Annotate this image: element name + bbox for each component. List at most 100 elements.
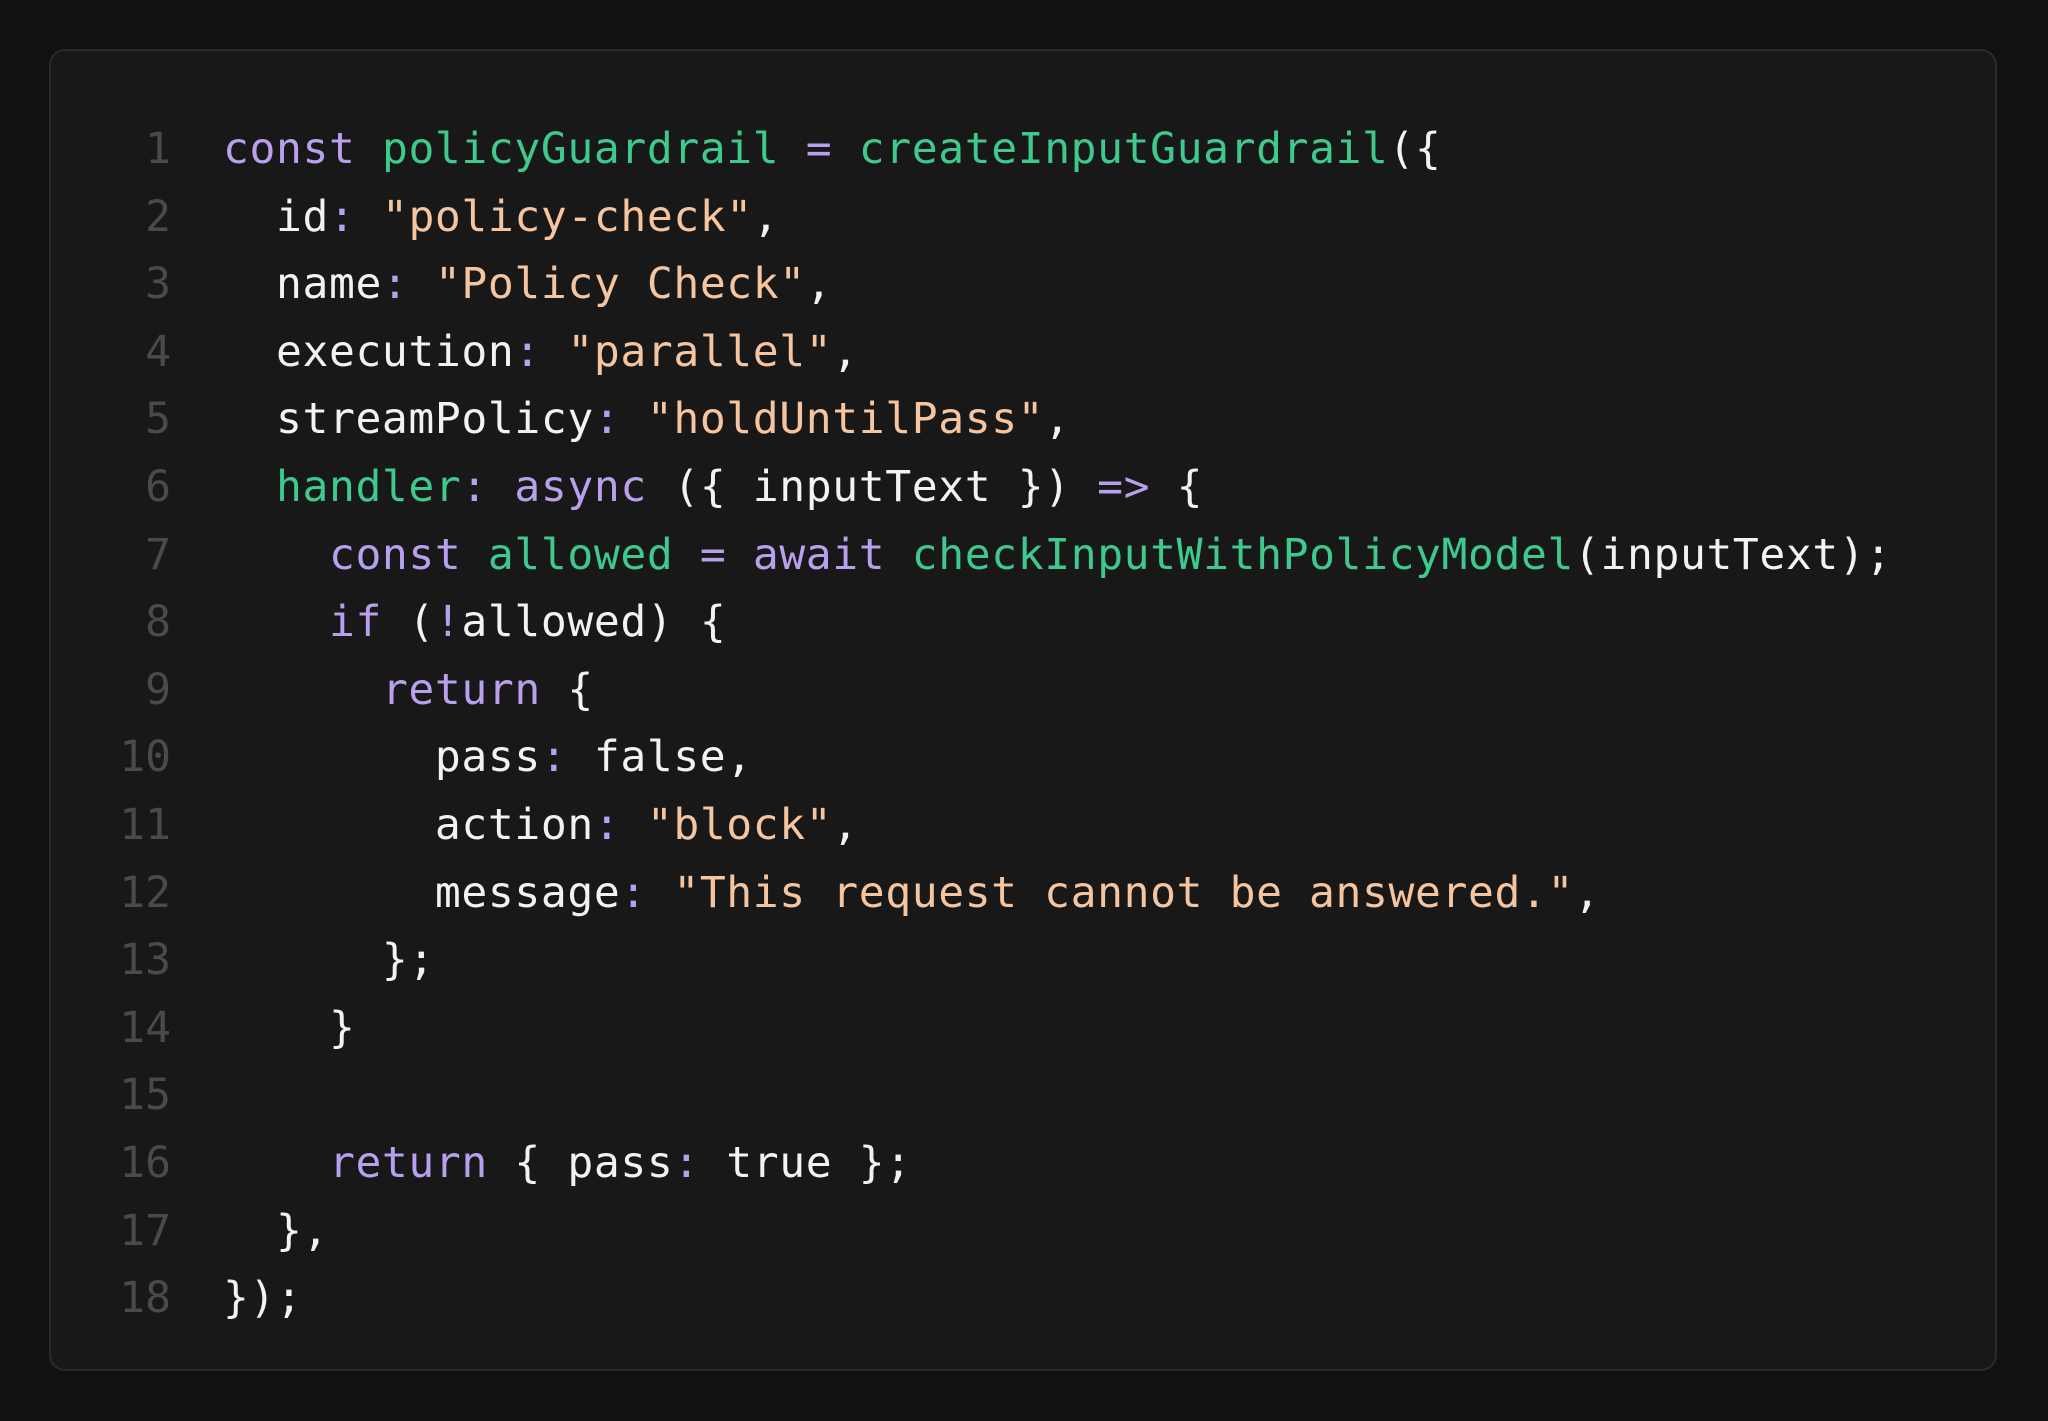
line-number: 12 <box>119 867 171 918</box>
code-line: 15 <box>51 1062 1995 1130</box>
code-token: "parallel" <box>567 326 833 377</box>
code-token: : <box>593 394 621 445</box>
line-number: 6 <box>145 461 171 512</box>
code-token: createInputGuardrail <box>858 124 1389 174</box>
code-line: 5 streamPolicy: "holdUntilPass", <box>51 386 1995 454</box>
code-token: }); <box>223 1273 303 1324</box>
code-token: => <box>1097 461 1151 512</box>
line-content: pass: false, <box>223 724 753 792</box>
code-token: , <box>832 326 859 377</box>
code-token: , <box>805 259 833 310</box>
code-token: action <box>223 799 594 850</box>
code-token: , <box>832 799 859 850</box>
code-token: streamPolicy <box>223 394 594 445</box>
line-content: return { pass: true }; <box>223 1130 912 1198</box>
code-token: pass <box>223 732 541 783</box>
code-token: ({ inputText }) <box>646 461 1098 512</box>
line-number: 4 <box>145 326 171 377</box>
code-token: : <box>540 732 568 783</box>
code-token: = <box>699 529 727 580</box>
code-line: 18}); <box>51 1265 1995 1333</box>
code-token: checkInputWithPolicyModel <box>911 529 1574 580</box>
code-token: : <box>673 1137 700 1188</box>
line-content: action: "block", <box>223 792 859 860</box>
line-content: const policyGuardrail = createInputGuard… <box>223 116 1442 184</box>
code-line: 16 return { pass: true }; <box>51 1130 1995 1198</box>
code-token: : <box>328 191 356 242</box>
code-line: 13 }; <box>51 927 1995 995</box>
code-token: , <box>752 191 780 242</box>
line-number: 18 <box>119 1273 171 1324</box>
line-number: 13 <box>119 935 171 986</box>
code-token: allowed) { <box>461 597 727 648</box>
code-token: , <box>1573 867 1601 918</box>
line-content: } <box>223 995 355 1063</box>
code-token: "Policy Check" <box>434 259 806 310</box>
code-token: await <box>752 529 886 580</box>
code-line: 7 const allowed = await checkInputWithPo… <box>51 522 1995 590</box>
line-content: streamPolicy: "holdUntilPass", <box>223 386 1071 454</box>
code-token: , <box>1044 394 1071 445</box>
code-line: 14 } <box>51 995 1995 1063</box>
line-content: handler: async ({ inputText }) => { <box>223 454 1203 522</box>
code-token: const <box>223 124 356 174</box>
line-number: 8 <box>145 597 171 648</box>
code-token: execution <box>223 326 515 377</box>
code-token: false, <box>567 732 753 783</box>
code-token: "This request cannot be answered." <box>673 867 1574 918</box>
line-number: 1 <box>145 124 171 174</box>
code-line: 11 action: "block", <box>51 792 1995 860</box>
code-token: }; <box>223 935 435 986</box>
line-number: 7 <box>145 529 171 580</box>
code-token: allowed <box>487 529 674 580</box>
code-token: ({ <box>1388 124 1442 174</box>
code-token: { pass <box>487 1137 674 1188</box>
code-token: true }; <box>699 1137 912 1188</box>
code-token: : <box>461 461 488 512</box>
code-line: 2 id: "policy-check", <box>51 184 1995 252</box>
code-token: return <box>328 1137 488 1188</box>
code-token: "policy-check" <box>381 191 753 242</box>
line-content: }, <box>223 1198 329 1266</box>
code-token: return <box>381 664 541 715</box>
line-number: 17 <box>119 1205 171 1256</box>
code-token: (inputText); <box>1574 529 1892 580</box>
line-number: 10 <box>119 732 171 783</box>
code-token: ( <box>381 597 435 648</box>
line-number: 9 <box>145 664 171 715</box>
code-line: 4 execution: "parallel", <box>51 319 1995 387</box>
line-content: name: "Policy Check", <box>223 251 832 319</box>
code-token: "holdUntilPass" <box>646 394 1045 445</box>
code-token: { <box>540 664 594 715</box>
line-content: execution: "parallel", <box>223 319 859 387</box>
code-token: id <box>223 191 329 242</box>
line-content: id: "policy-check", <box>223 184 779 252</box>
line-content: const allowed = await checkInputWithPoli… <box>223 522 1892 590</box>
code-token: async <box>514 461 647 512</box>
line-number: 16 <box>119 1137 171 1188</box>
line-content: }; <box>223 927 435 995</box>
code-token: : <box>514 326 541 377</box>
code-token: policyGuardrail <box>381 124 780 174</box>
line-content: if (!allowed) { <box>223 589 726 657</box>
code-token: const <box>328 529 462 580</box>
code-line: 12 message: "This request cannot be answ… <box>51 860 1995 928</box>
code-token: }, <box>223 1205 329 1256</box>
code-line: 6 handler: async ({ inputText }) => { <box>51 454 1995 522</box>
code-token: } <box>223 1002 356 1053</box>
code-line: 8 if (!allowed) { <box>51 589 1995 657</box>
